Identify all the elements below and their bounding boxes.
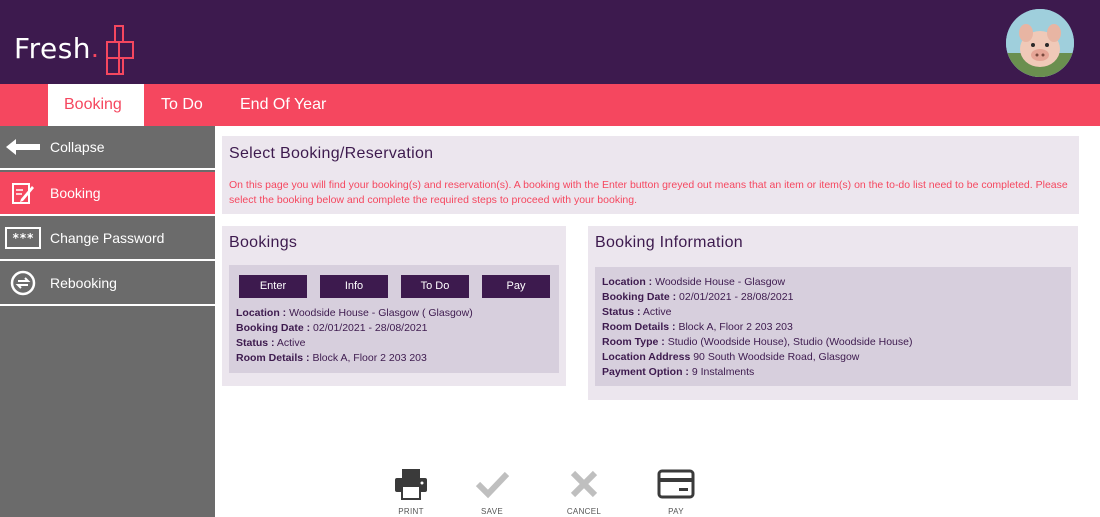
print-label: PRINT <box>398 507 424 516</box>
arrow-left-icon <box>0 125 46 169</box>
sidebar: Collapse Booking *** Change Password Reb… <box>0 126 215 517</box>
sidebar-item-rebooking[interactable]: Rebooking <box>0 262 215 306</box>
bookings-title: Bookings <box>229 234 298 251</box>
save-button[interactable]: SAVE <box>462 468 522 516</box>
logo-text: Fresh <box>14 31 92 65</box>
booking-detail-location: Location : Woodside House - Glasgow ( Gl… <box>236 307 473 319</box>
fresh-logo[interactable]: Fresh. <box>14 22 135 75</box>
edit-icon <box>0 171 46 215</box>
info-status: Status : Active <box>602 306 672 318</box>
tab-end-of-year[interactable]: End Of Year <box>224 84 342 126</box>
checkmark-icon <box>475 471 510 499</box>
booking-detail-date: Booking Date : 02/01/2021 - 28/08/2021 <box>236 322 428 334</box>
booking-information-title: Booking Information <box>595 234 744 251</box>
cancel-button[interactable]: CANCEL <box>554 468 614 516</box>
select-booking-title: Select Booking/Reservation <box>229 145 434 162</box>
tab-to-do[interactable]: To Do <box>145 84 219 126</box>
cross-icon <box>570 470 598 498</box>
pay-button[interactable]: Pay <box>482 275 550 298</box>
sidebar-item-change-password[interactable]: *** Change Password <box>0 217 215 261</box>
info-payment-option: Payment Option : 9 Instalments <box>602 366 755 378</box>
sidebar-item-booking[interactable]: Booking <box>0 172 215 216</box>
info-location-address: Location Address 90 South Woodside Road,… <box>602 351 860 363</box>
info-room-details: Room Details : Block A, Floor 2 203 203 <box>602 321 793 333</box>
info-booking-date: Booking Date : 02/01/2021 - 28/08/2021 <box>602 291 794 303</box>
pay-toolbar-button[interactable]: PAY <box>646 468 706 516</box>
logo-mark-icon <box>105 25 134 75</box>
print-button[interactable]: PRINT <box>381 468 441 516</box>
header-bar: Fresh. <box>0 0 1100 84</box>
user-avatar[interactable] <box>1006 9 1074 77</box>
pay-label: PAY <box>668 507 684 516</box>
to-do-button[interactable]: To Do <box>401 275 469 298</box>
svg-text:***: *** <box>12 231 34 245</box>
credit-card-icon <box>657 469 695 499</box>
sidebar-item-label: Booking <box>50 185 101 201</box>
info-button[interactable]: Info <box>320 275 388 298</box>
info-room-type: Room Type : Studio (Woodside House), Stu… <box>602 336 913 348</box>
booking-detail-status: Status : Active <box>236 337 306 349</box>
select-booking-description: On this page you will find your booking(… <box>229 179 1068 206</box>
rebooking-icon <box>0 261 46 305</box>
sidebar-item-collapse[interactable]: Collapse <box>0 126 215 170</box>
printer-icon <box>395 469 427 500</box>
password-icon: *** <box>0 216 46 260</box>
avatar-pig-image <box>1006 9 1074 77</box>
sidebar-item-label: Collapse <box>50 139 105 155</box>
logo-dot: . <box>91 32 99 63</box>
tab-booking[interactable]: Booking <box>48 84 144 126</box>
booking-detail-room: Room Details : Block A, Floor 2 203 203 <box>236 352 427 364</box>
enter-button[interactable]: Enter <box>239 275 307 298</box>
info-location: Location : Woodside House - Glasgow <box>602 276 786 288</box>
cancel-label: CANCEL <box>566 507 602 516</box>
sidebar-item-label: Change Password <box>50 230 165 246</box>
sidebar-item-label: Rebooking <box>50 275 117 291</box>
save-label: SAVE <box>481 507 503 516</box>
main-tab-bar: Booking To Do End Of Year <box>0 84 1100 126</box>
